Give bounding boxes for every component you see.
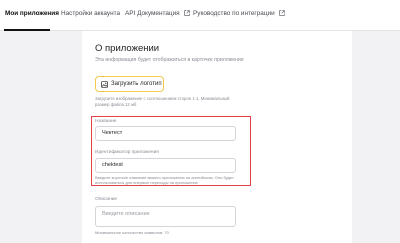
tab-api-docs-label: API Документация: [125, 10, 180, 17]
external-link-icon: [279, 10, 286, 16]
tab-integration-guide[interactable]: Руководство по интеграции: [193, 10, 286, 18]
name-input[interactable]: Чектест: [95, 126, 236, 141]
app-id-hint: Введите короткое название вашего приложе…: [95, 175, 234, 185]
external-link-icon: [184, 10, 191, 16]
description-hint: Минимальное количество символов: 70: [95, 230, 169, 235]
image-upload-icon: [101, 81, 108, 88]
description-label: Описание: [95, 197, 118, 202]
description-input[interactable]: Введите описание: [95, 206, 236, 227]
active-tab-indicator: [4, 29, 50, 31]
app-id-input[interactable]: chektest: [95, 158, 236, 173]
section-title: О приложении: [95, 43, 160, 54]
upload-logo-label: Загрузить логотип: [111, 81, 162, 87]
logo-hint: Загрузите изображение с соотношением сто…: [95, 96, 230, 107]
tab-my-apps[interactable]: Мои приложения: [5, 10, 59, 18]
section-subtitle: Эта информация будет отображаться в карт…: [95, 57, 244, 63]
name-label: Название: [95, 119, 117, 124]
upload-logo-button[interactable]: Загрузить логотип: [95, 76, 164, 92]
tab-account-settings[interactable]: Настройки аккаунта: [61, 10, 120, 18]
tab-api-docs[interactable]: API Документация: [125, 10, 191, 18]
top-navigation: Мои приложения Настройки аккаунта API До…: [0, 0, 400, 31]
app-id-label: Идентификатор приложения: [95, 150, 159, 155]
tab-integration-guide-label: Руководство по интеграции: [193, 10, 275, 17]
